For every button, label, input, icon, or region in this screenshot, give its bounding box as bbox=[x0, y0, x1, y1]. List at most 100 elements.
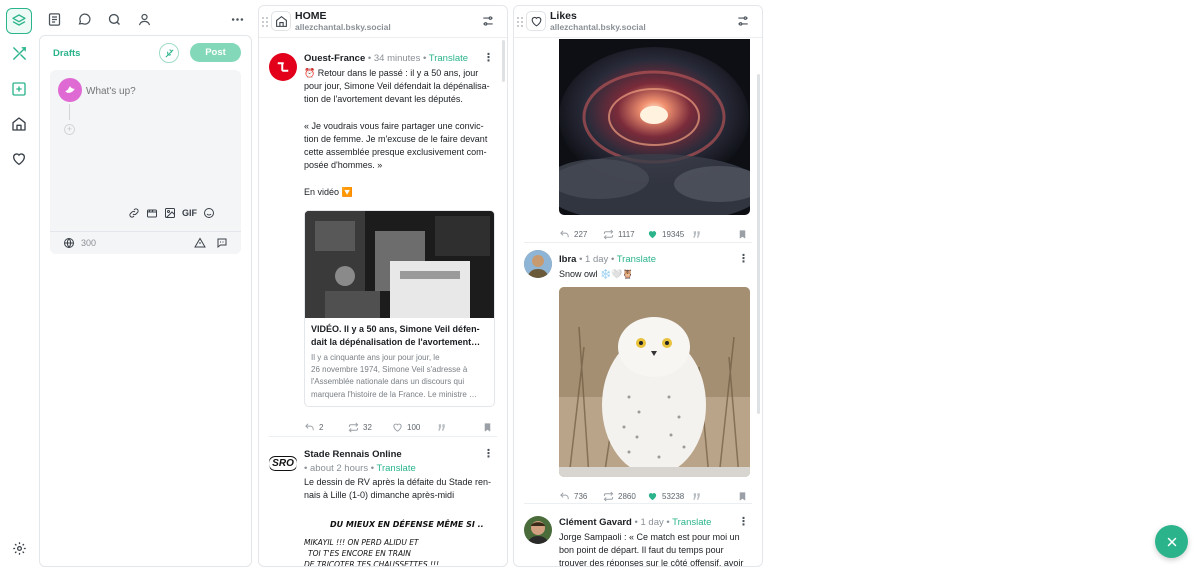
quote-icon[interactable] bbox=[216, 237, 228, 249]
column-title: Likes bbox=[550, 10, 577, 22]
user-icon[interactable] bbox=[133, 8, 155, 30]
card-description: Il y a cinquante ans jour pour jour, le … bbox=[311, 353, 478, 399]
post-menu-icon[interactable]: ⋮ bbox=[738, 515, 749, 528]
post-time[interactable]: 1 day bbox=[640, 517, 663, 528]
avatar[interactable] bbox=[269, 53, 297, 81]
post-header: Clément Gavard • 1 day • Translate bbox=[559, 517, 712, 528]
likes-header: Likes allezchantal.bsky.social bbox=[514, 6, 762, 38]
post-header: Ouest-France • 34 minutes • Translate bbox=[304, 53, 469, 64]
avatar[interactable] bbox=[524, 250, 552, 278]
globe-icon[interactable] bbox=[63, 237, 75, 249]
layers-icon[interactable] bbox=[6, 8, 32, 34]
reply-button[interactable]: 2 bbox=[304, 422, 323, 433]
likes-column: Likes allezchantal.bsky.social 227 1117 … bbox=[513, 5, 763, 567]
more-icon[interactable] bbox=[226, 8, 248, 30]
link-icon[interactable] bbox=[128, 207, 140, 219]
thread-line bbox=[69, 104, 70, 120]
add-column-icon[interactable] bbox=[6, 76, 32, 102]
emoji-icon[interactable] bbox=[203, 207, 215, 219]
quote-icon[interactable] bbox=[691, 491, 702, 502]
post-header: Ibra • 1 day • Translate bbox=[559, 254, 656, 265]
translate-link[interactable]: Translate bbox=[617, 254, 656, 265]
post-text: Snow owl ❄️🤍🦉 bbox=[559, 269, 634, 279]
avatar[interactable]: SRO bbox=[269, 449, 297, 477]
liked-post-ibra[interactable]: Ibra • 1 day • Translate ⋮ Snow owl ❄️🤍🦉 bbox=[514, 243, 762, 503]
translate-link[interactable]: Translate bbox=[672, 517, 711, 528]
quote-icon[interactable] bbox=[691, 229, 702, 240]
post-menu-icon[interactable]: ⋮ bbox=[483, 51, 494, 64]
settings-icon[interactable] bbox=[6, 535, 32, 561]
gif-button[interactable]: GIF bbox=[182, 208, 197, 218]
list-icon[interactable] bbox=[43, 8, 65, 30]
avatar bbox=[58, 78, 82, 102]
link-card[interactable]: VIDÉO. Il y a 50 ans, Simone Veil défen-… bbox=[304, 210, 495, 407]
drag-handle-icon[interactable] bbox=[262, 17, 268, 27]
post-time[interactable]: about 2 hours bbox=[310, 463, 368, 474]
post-text: Le dessin de RV après la défaite du Stad… bbox=[304, 477, 491, 501]
drafts-title: Drafts bbox=[53, 48, 81, 59]
snow-owl-image[interactable] bbox=[559, 287, 750, 477]
home-column: HOME allezchantal.bsky.social Ouest-Fran… bbox=[258, 5, 508, 567]
search-icon[interactable] bbox=[103, 8, 125, 30]
drag-handle-icon[interactable] bbox=[517, 17, 523, 27]
composer-footer: 300 bbox=[50, 231, 241, 254]
video-icon[interactable] bbox=[146, 207, 158, 219]
post-button[interactable]: Post bbox=[190, 43, 241, 62]
like-button[interactable]: 53238 bbox=[647, 491, 684, 502]
like-button[interactable]: 100 bbox=[392, 422, 420, 433]
repost-button[interactable]: 2860 bbox=[603, 491, 636, 502]
compose-input[interactable] bbox=[86, 82, 226, 100]
video-thumbnail bbox=[305, 211, 494, 318]
repost-button[interactable]: 32 bbox=[348, 422, 372, 433]
warning-icon[interactable] bbox=[194, 237, 206, 249]
tools-icon[interactable] bbox=[6, 40, 32, 66]
add-thread-icon[interactable]: + bbox=[64, 124, 75, 135]
liked-post-galaxy[interactable]: 227 1117 19345 bbox=[514, 39, 762, 243]
comic-image[interactable]: DU MIEUX EN DÉFENSE MÊME SI .. MIKAYIL !… bbox=[304, 513, 495, 566]
filter-icon[interactable] bbox=[481, 14, 495, 28]
column-handle: allezchantal.bsky.social bbox=[295, 22, 391, 32]
galaxy-image[interactable] bbox=[559, 39, 750, 215]
post-meta: • about 2 hours • Translate bbox=[304, 463, 416, 474]
left-rail bbox=[0, 0, 38, 570]
post-time[interactable]: 1 day bbox=[585, 254, 608, 265]
home-icon[interactable] bbox=[6, 111, 32, 137]
repost-button[interactable]: 1117 bbox=[603, 229, 635, 240]
heart-icon[interactable] bbox=[526, 11, 546, 31]
filter-icon[interactable] bbox=[736, 14, 750, 28]
translate-link[interactable]: Translate bbox=[429, 53, 468, 64]
post-text: Jorge Sampaoli : « Ce match est pour moi… bbox=[559, 532, 744, 567]
bookmark-icon[interactable] bbox=[737, 491, 748, 502]
post-time[interactable]: 34 minutes bbox=[374, 53, 420, 64]
composer-toolbar: GIF bbox=[128, 207, 215, 219]
post-text: ⏰ Retour dans le passé : il y a 50 ans, … bbox=[304, 68, 490, 197]
close-fab-button[interactable] bbox=[1155, 525, 1188, 558]
composer: + GIF bbox=[50, 70, 241, 254]
translate-link[interactable]: Translate bbox=[377, 463, 416, 474]
liked-post-clement[interactable]: Clément Gavard • 1 day • Translate ⋮ Jor… bbox=[514, 504, 762, 567]
bookmark-icon[interactable] bbox=[482, 422, 493, 433]
mute-icon[interactable] bbox=[159, 43, 179, 63]
post-stade-rennais[interactable]: SRO Stade Rennais Online • about 2 hours… bbox=[259, 437, 507, 566]
avatar[interactable] bbox=[524, 516, 552, 544]
chat-icon[interactable] bbox=[73, 8, 95, 30]
post-menu-icon[interactable]: ⋮ bbox=[483, 447, 494, 460]
post-ouest-france[interactable]: Ouest-France • 34 minutes • Translate ⋮ … bbox=[259, 39, 507, 437]
heart-icon[interactable] bbox=[6, 146, 32, 172]
drafts-column: Drafts Post + GIF 300 bbox=[39, 35, 252, 567]
column-handle: allezchantal.bsky.social bbox=[550, 22, 646, 32]
post-menu-icon[interactable]: ⋮ bbox=[738, 252, 749, 265]
author-name[interactable]: Clément Gavard bbox=[559, 517, 632, 528]
author-name[interactable]: Ouest-France bbox=[304, 53, 365, 64]
quote-icon[interactable] bbox=[436, 422, 447, 433]
author-name[interactable]: Ibra bbox=[559, 254, 576, 265]
author-name[interactable]: Stade Rennais Online bbox=[304, 449, 402, 460]
image-icon[interactable] bbox=[164, 207, 176, 219]
column-title: HOME bbox=[295, 10, 327, 22]
bookmark-icon[interactable] bbox=[737, 229, 748, 240]
home-header: HOME allezchantal.bsky.social bbox=[259, 6, 507, 38]
home-icon[interactable] bbox=[271, 11, 291, 31]
reply-button[interactable]: 736 bbox=[559, 491, 587, 502]
like-button[interactable]: 19345 bbox=[647, 229, 684, 240]
reply-button[interactable]: 227 bbox=[559, 229, 587, 240]
